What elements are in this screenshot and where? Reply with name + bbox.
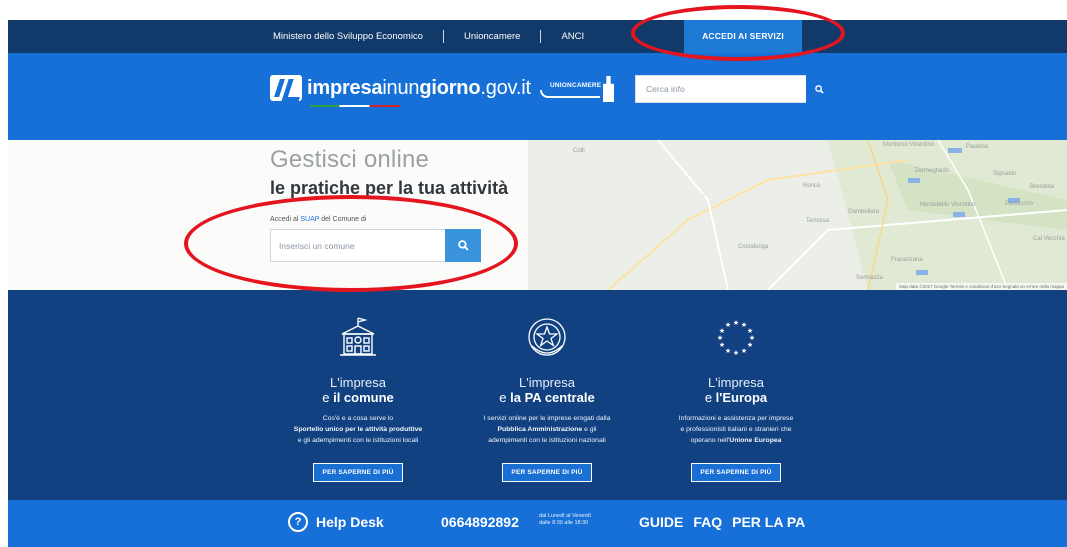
question-icon: ? xyxy=(288,512,308,532)
helpdesk-link[interactable]: ? Help Desk xyxy=(288,512,384,532)
link-mise[interactable]: Ministero dello Sviluppo Economico xyxy=(273,31,423,42)
svg-text:★: ★ xyxy=(741,347,747,355)
comune-search-input[interactable] xyxy=(271,230,441,261)
header-search-input[interactable] xyxy=(636,76,806,102)
hero-subtitle: le pratiche per la tua attività xyxy=(270,178,509,198)
map-label: Terrossa xyxy=(806,218,830,224)
svg-text:★: ★ xyxy=(719,341,725,349)
learn-more-button[interactable]: PER SAPERNE DI PIÙ xyxy=(691,463,781,482)
map-label: Cal Vecchia xyxy=(1033,236,1065,242)
svg-text:★: ★ xyxy=(725,321,731,329)
search-icon xyxy=(815,84,824,94)
eu-stars-icon: ★ ★ ★ ★ ★ ★ ★ ★ ★ ★ ★ ★ xyxy=(636,314,836,360)
svg-text:★: ★ xyxy=(733,319,739,327)
help-bar: ? Help Desk 0664892892 dal Lunedì al Ven… xyxy=(8,500,1067,547)
top-bar: Ministero dello Sviluppo Economico Union… xyxy=(8,20,1067,53)
comune-search-button[interactable] xyxy=(445,229,481,262)
hero-title: Gestisci online xyxy=(270,146,430,173)
map-label: Signaldo xyxy=(993,171,1017,177)
svg-text:★: ★ xyxy=(733,349,739,357)
hero-section: Montorso Vicentino Paulona Zermeghedo Si… xyxy=(8,140,1067,290)
service-description: Informazioni e assistenza per imprese e … xyxy=(678,415,794,444)
map-label: Montebello Vicentino xyxy=(920,202,976,208)
unioncamere-logo[interactable]: UNIONCAMERE xyxy=(540,76,614,104)
service-description: I servizi online per le imprese erogati … xyxy=(483,415,611,444)
service-europa: ★ ★ ★ ★ ★ ★ ★ ★ ★ ★ ★ ★ L'impresa e l'Eu… xyxy=(636,290,836,482)
map-copyright[interactable]: Map data ©2017 Google Termini e condizio… xyxy=(896,283,1067,290)
header-search-button[interactable] xyxy=(806,75,833,103)
town-hall-icon xyxy=(258,314,458,360)
comune-search xyxy=(270,229,481,262)
divider xyxy=(442,30,444,43)
learn-more-button[interactable]: PER SAPERNE DI PIÙ xyxy=(502,463,592,482)
svg-text:★: ★ xyxy=(717,334,723,342)
search-icon xyxy=(457,240,469,251)
link-per-la-pa[interactable]: PER LA PA xyxy=(732,514,805,530)
map-label: Costalunga xyxy=(738,244,769,250)
service-heading: e l'Europa xyxy=(704,390,768,405)
site-header: impresainungiorno.gov.it UNIONCAMERE xyxy=(8,53,1067,140)
service-pa-centrale: L'impresa e la PA centrale I servizi onl… xyxy=(447,290,647,482)
browser-viewport: Ministero dello Sviluppo Economico Union… xyxy=(8,20,1067,547)
map-label: Pedocchio xyxy=(1005,201,1034,207)
svg-text:★: ★ xyxy=(747,341,753,349)
service-description: Cos'è e a cosa serve lo Sportello unico … xyxy=(293,415,423,444)
map-label: Roncà xyxy=(803,183,821,189)
map-background[interactable] xyxy=(8,140,1067,290)
helpdesk-label: Help Desk xyxy=(316,514,384,530)
map-label: Zermeghedo xyxy=(915,168,950,174)
divider xyxy=(540,30,542,43)
service-heading: e il comune xyxy=(322,390,394,405)
footer-links: GUIDE FAQ PER LA PA xyxy=(639,514,805,530)
site-logo[interactable]: impresainungiorno.gov.it xyxy=(270,75,531,107)
map-label: Colli xyxy=(573,148,585,154)
phone-number[interactable]: 0664892892 xyxy=(441,514,519,530)
service-lead: L'impresa xyxy=(330,375,386,390)
service-lead: L'impresa xyxy=(519,375,575,390)
suap-label: Accedi al SUAP del Comune di xyxy=(270,216,367,223)
service-heading: e la PA centrale xyxy=(499,390,595,405)
partner-logo-text: UNIONCAMERE xyxy=(550,82,602,89)
link-unioncamere[interactable]: Unioncamere xyxy=(464,31,521,42)
service-lead: L'impresa xyxy=(708,375,764,390)
services-section: L'impresa e il comune Cos'è e a cosa ser… xyxy=(8,290,1067,500)
swoosh-icon xyxy=(540,90,600,98)
page: Ministero dello Sviluppo Economico Union… xyxy=(0,0,1067,547)
access-services-button[interactable]: ACCEDI AI SERVIZI xyxy=(684,20,802,53)
link-faq[interactable]: FAQ xyxy=(693,514,722,530)
service-comune: L'impresa e il comune Cos'è e a cosa ser… xyxy=(258,290,458,482)
svg-text:★: ★ xyxy=(725,347,731,355)
map-label: Fracanzana xyxy=(891,257,923,263)
link-guide[interactable]: GUIDE xyxy=(639,514,683,530)
logo-mark-icon xyxy=(270,75,302,101)
map-label: Gambellara xyxy=(848,209,880,215)
map-label: Paulona xyxy=(966,144,989,150)
logo-text: impresainungiorno.gov.it xyxy=(307,76,531,99)
office-hours: dal Lunedì al Venerdì dalle 8:30 alle 18… xyxy=(539,513,591,526)
italian-flag-line xyxy=(310,105,400,107)
map-label: Montorso Vicentino xyxy=(883,142,935,148)
map-label: Brendola xyxy=(1030,184,1055,190)
map-label: Sarmazza xyxy=(856,275,884,281)
italian-emblem-icon xyxy=(447,314,647,360)
tower-icon xyxy=(603,76,614,102)
suap-link[interactable]: SUAP xyxy=(300,216,319,223)
header-search xyxy=(635,75,833,103)
learn-more-button[interactable]: PER SAPERNE DI PIÙ xyxy=(313,463,403,482)
link-anci[interactable]: ANCI xyxy=(561,31,584,42)
institution-links: Ministero dello Sviluppo Economico Union… xyxy=(273,30,584,43)
